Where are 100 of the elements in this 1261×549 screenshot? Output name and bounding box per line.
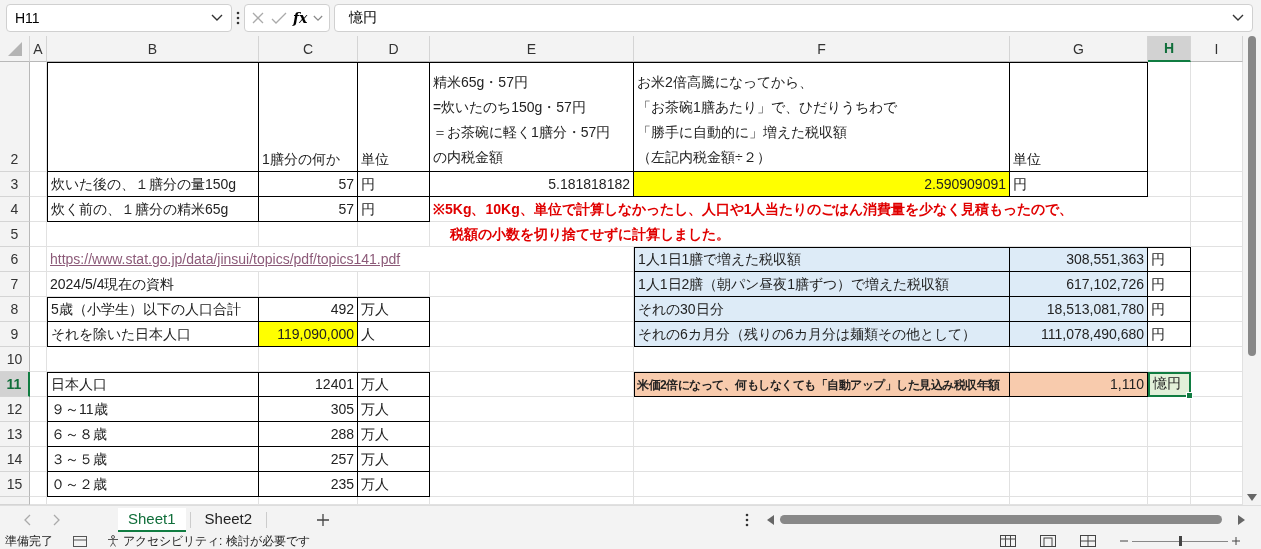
row-header[interactable]: 9 — [0, 322, 30, 347]
sheet-cell[interactable]: 5.181818182 — [430, 172, 634, 197]
sheet-cell[interactable]: 111,078,490,680 — [1010, 322, 1148, 347]
sheet-cell[interactable]: それの6カ月分（残りの6カ月分は麺類その他として） — [634, 322, 1010, 347]
scroll-right-icon[interactable] — [1238, 514, 1245, 525]
column-header[interactable]: D — [358, 36, 430, 62]
sheet-cell[interactable]: 人 — [358, 322, 430, 347]
column-header[interactable]: C — [259, 36, 358, 62]
row-header[interactable]: 8 — [0, 297, 30, 322]
column-header[interactable]: F — [634, 36, 1010, 62]
row-header[interactable]: 12 — [0, 397, 30, 422]
formula-field[interactable]: 憶円 — [334, 4, 1253, 32]
table-icon[interactable] — [73, 535, 87, 547]
sheet-cell[interactable]: 257 — [259, 447, 358, 472]
link[interactable]: https://www.stat.go.jp/data/jinsui/topics/pdf/topics141.pdf — [47, 247, 634, 272]
scroll-left-icon[interactable] — [767, 514, 774, 525]
zoom-in-icon[interactable] — [1232, 537, 1240, 545]
scrollbar-thumb[interactable] — [1248, 36, 1256, 356]
slider-thumb[interactable] — [1179, 536, 1182, 546]
row-header[interactable]: 5 — [0, 222, 30, 247]
sheet-cell[interactable]: 119,090,000 — [259, 322, 358, 347]
previous-sheet-icon[interactable] — [24, 513, 31, 526]
insert-function-button[interactable]: fx — [293, 10, 308, 26]
sheet-cell[interactable]: 円 — [358, 172, 430, 197]
sheet-cell[interactable]: 精米65g・57円 =炊いたのち150g・57円 ＝お茶碗に軽く1膳分・57円 の内税金額 — [430, 62, 634, 172]
column-header[interactable]: A — [30, 36, 47, 62]
corner-triangle-icon[interactable] — [7, 41, 22, 56]
sheet-cell[interactable]: 円 — [358, 197, 430, 222]
row-header[interactable]: 3 — [0, 172, 30, 197]
row-header[interactable]: 15 — [0, 472, 30, 497]
row-header[interactable]: 7 — [0, 272, 30, 297]
sheet-cell[interactable]: 単位 — [1010, 62, 1148, 172]
column-header[interactable]: B — [47, 36, 259, 62]
sheet-cell[interactable]: 憶円 — [1148, 372, 1191, 397]
sheet-cell[interactable]: 円 — [1010, 172, 1148, 197]
sheet-cell[interactable]: 57 — [259, 197, 358, 222]
sheet-cell[interactable]: 米価2倍になって、何もしなくても「自動アップ」した見込み税収年額 — [634, 372, 1010, 397]
page-break-icon[interactable] — [1080, 535, 1096, 547]
sheet-cell[interactable]: 308,551,363 — [1010, 247, 1148, 272]
sheet-cell[interactable]: ０～２歳 — [47, 472, 259, 497]
sheet-cell[interactable]: 288 — [259, 422, 358, 447]
scroll-down-icon[interactable] — [1247, 494, 1257, 501]
sheet-cell[interactable]: 炊く前の、１膳分の精米65g — [47, 197, 259, 222]
row-header[interactable] — [0, 497, 30, 505]
cancel-icon[interactable] — [251, 11, 265, 25]
sheet-cell[interactable]: 305 — [259, 397, 358, 422]
column-header[interactable]: E — [430, 36, 634, 62]
sheet-cell[interactable]: 万人 — [358, 447, 430, 472]
sheet-cell[interactable]: 万人 — [358, 397, 430, 422]
row-header[interactable]: 10 — [0, 347, 30, 372]
sheet-cell[interactable]: それの30日分 — [634, 297, 1010, 322]
sheet-cell[interactable]: 1膳分の何か — [259, 62, 358, 172]
more-options-icon[interactable] — [745, 512, 749, 527]
normal-view-icon[interactable] — [1000, 535, 1016, 547]
sheet-cell[interactable]: 5歳（小学生）以下の人口合計 — [47, 297, 259, 322]
row-header[interactable]: 4 — [0, 197, 30, 222]
sheet-cell[interactable]: 235 — [259, 472, 358, 497]
sheet-cell[interactable]: ３～５歳 — [47, 447, 259, 472]
add-sheet-icon[interactable] — [317, 513, 330, 526]
sheet-cell[interactable]: 18,513,081,780 — [1010, 297, 1148, 322]
row-header[interactable]: 2 — [0, 62, 30, 172]
sheet-tab[interactable]: Sheet1 — [118, 507, 186, 532]
sheet-cell[interactable] — [47, 62, 259, 172]
sheet-cell[interactable]: ※5Kg、10Kg、単位で計算しなかったし、人口や1人当たりのごはん消費量を少なく見積もったので、 — [430, 197, 1191, 222]
sheet-cell[interactable]: 円 — [1148, 322, 1191, 347]
scrollbar-thumb[interactable] — [780, 515, 1222, 524]
sheet-cell[interactable]: 単位 — [358, 62, 430, 172]
sheet-cell[interactable]: 万人 — [358, 372, 430, 397]
sheet-cell[interactable]: 1人1日1膳で増えた税収額 — [634, 247, 1010, 272]
accessibility-status-button[interactable]: アクセシビリティ: 検討が必要です — [123, 533, 310, 549]
zoom-slider[interactable] — [1132, 535, 1228, 547]
sheet-cell[interactable]: 2024/5/4現在の資料 — [47, 272, 259, 297]
chevron-down-icon[interactable] — [1232, 14, 1244, 22]
row-header[interactable]: 14 — [0, 447, 30, 472]
sheet-cell[interactable]: 617,102,726 — [1010, 272, 1148, 297]
sheet-cell[interactable]: 万人 — [358, 472, 430, 497]
sheet-cell[interactable]: 1人1日2膳（朝パン昼夜1膳ずつ）で増えた税収額 — [634, 272, 1010, 297]
select-all-button[interactable] — [0, 36, 30, 62]
sheet-cell[interactable]: 万人 — [358, 422, 430, 447]
page-layout-icon[interactable] — [1040, 535, 1056, 547]
column-header[interactable]: G — [1010, 36, 1148, 62]
sheet-cell[interactable]: ６～８歳 — [47, 422, 259, 447]
sheet-cell[interactable]: 12401 — [259, 372, 358, 397]
row-header[interactable]: 11 — [0, 372, 30, 397]
more-options-icon[interactable] — [236, 11, 240, 25]
sheet-tab[interactable]: Sheet2 — [194, 507, 263, 532]
row-header[interactable]: 6 — [0, 247, 30, 272]
sheet-cell[interactable]: 円 — [1148, 297, 1191, 322]
accessibility-icon[interactable] — [107, 535, 119, 547]
chevron-down-icon[interactable] — [211, 14, 223, 22]
row-header[interactable]: 13 — [0, 422, 30, 447]
column-header[interactable]: H — [1148, 36, 1191, 62]
sheet-cell[interactable]: 炊いた後の、１膳分の量150g — [47, 172, 259, 197]
fill-handle[interactable] — [1186, 392, 1193, 399]
sheet-cell[interactable]: それを除いた日本人口 — [47, 322, 259, 347]
sheet-cell[interactable]: 万人 — [358, 297, 430, 322]
sheet-cell[interactable]: 1,110 — [1010, 372, 1148, 397]
sheet-cell[interactable]: 日本人口 — [47, 372, 259, 397]
sheet-cell[interactable]: ９～11歳 — [47, 397, 259, 422]
sheet-cell[interactable]: 円 — [1148, 272, 1191, 297]
